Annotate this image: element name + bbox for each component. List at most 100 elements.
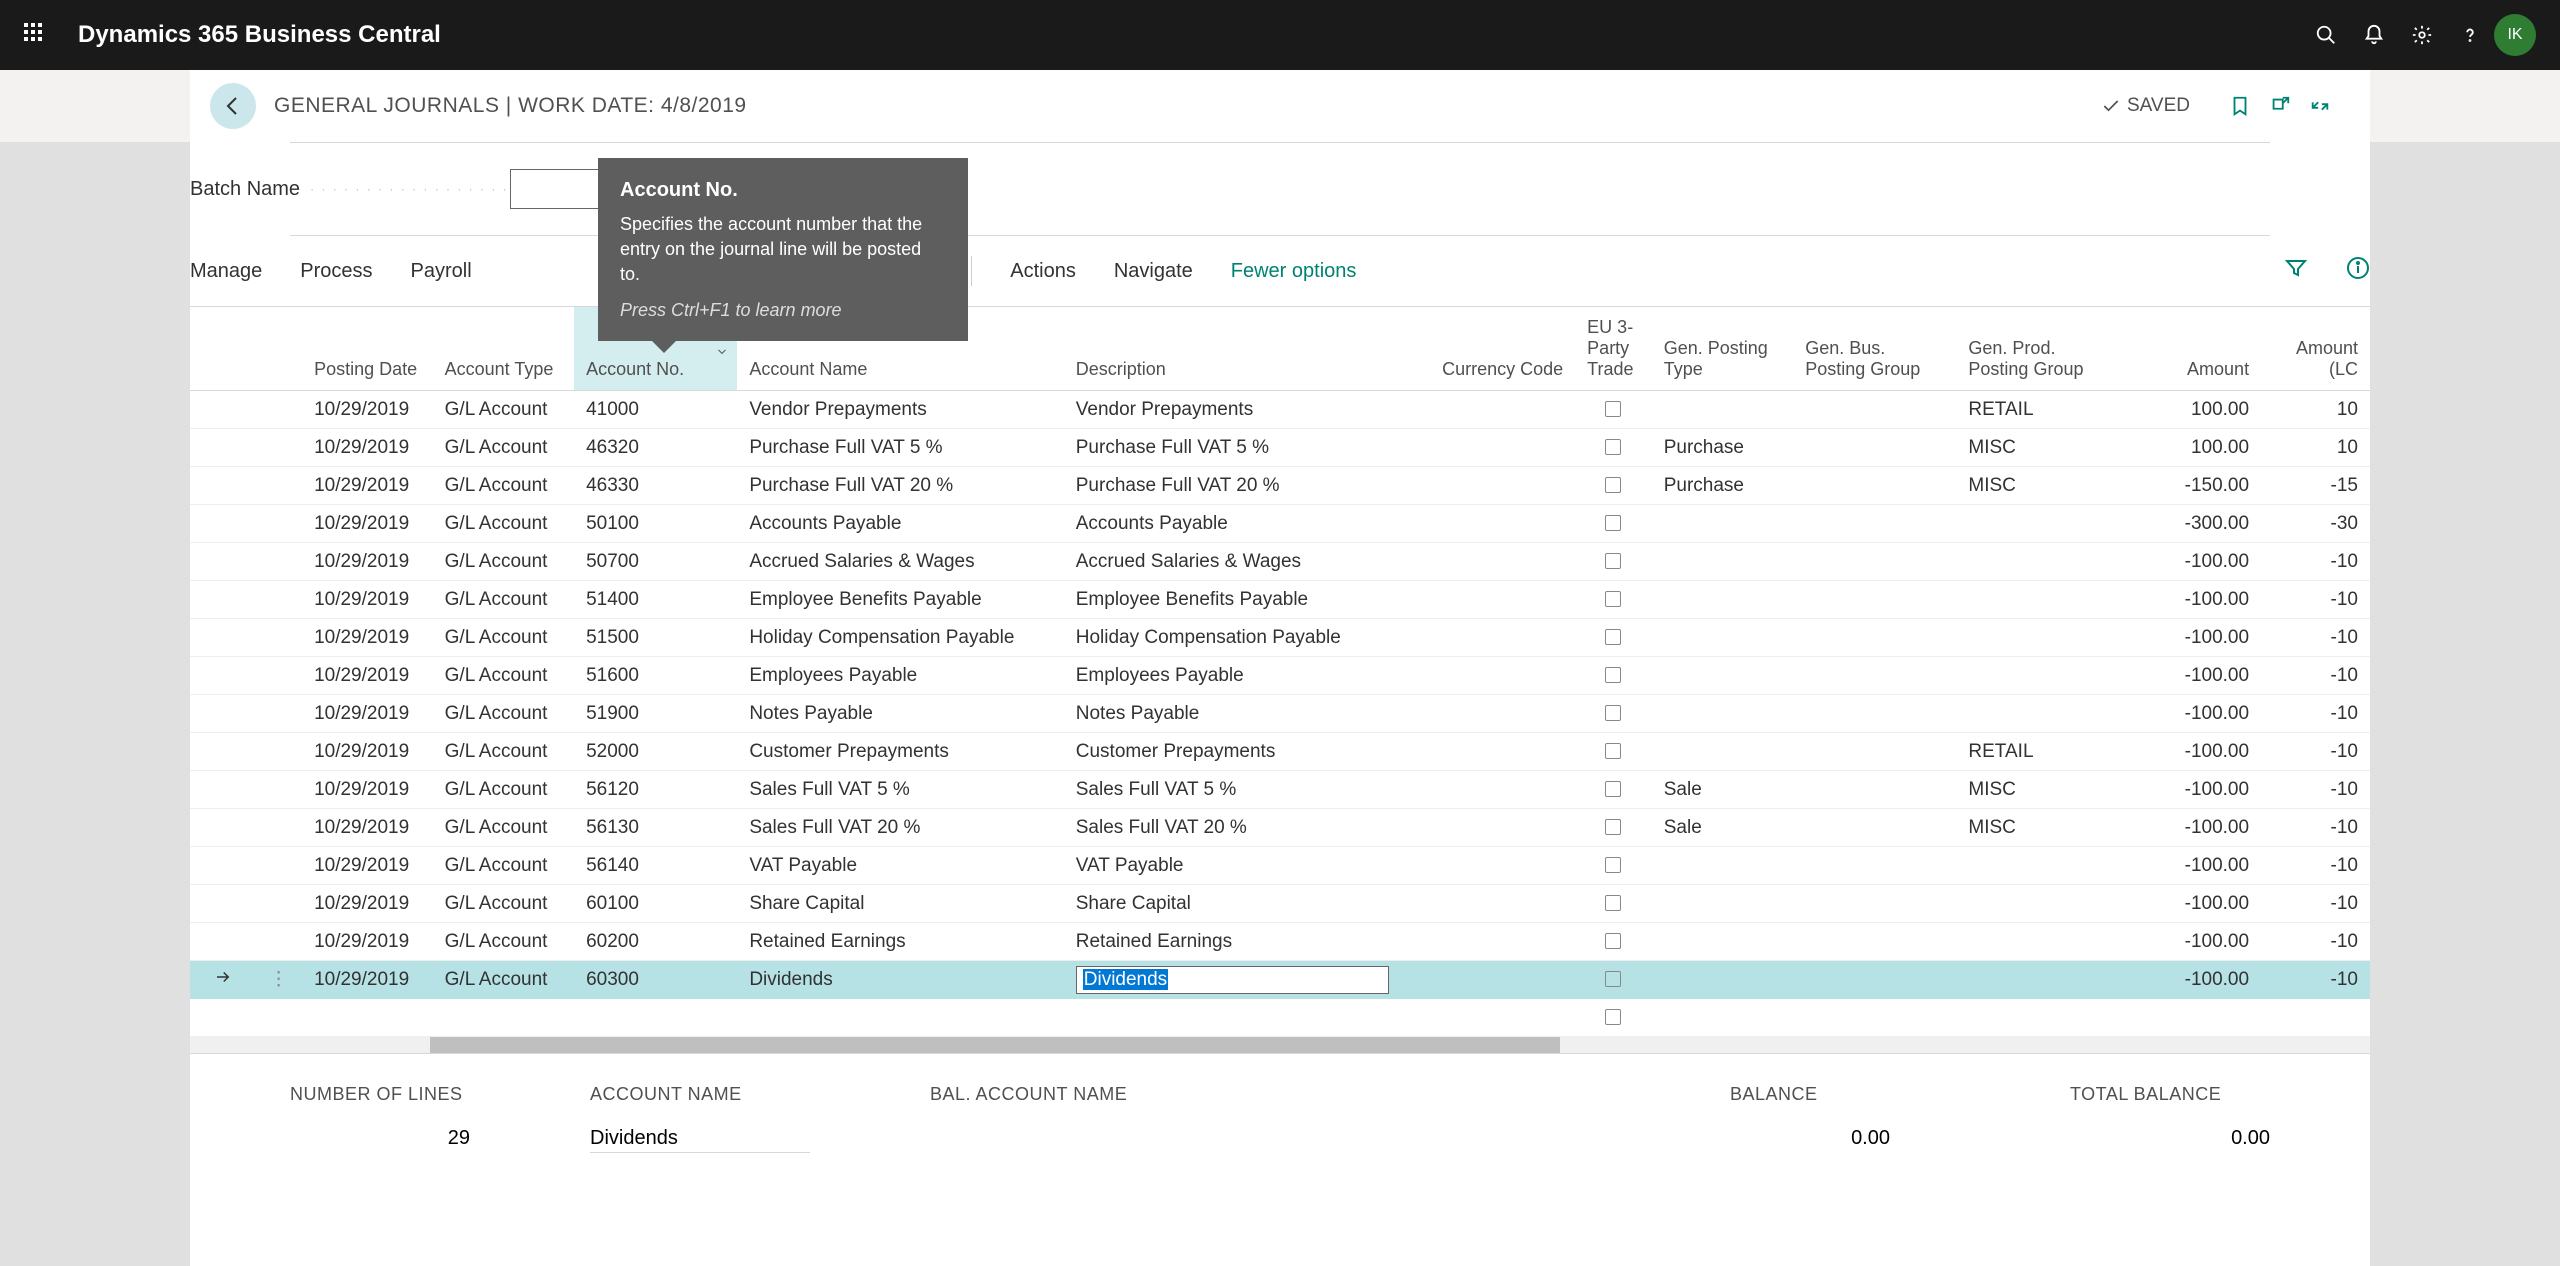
cell-account-type[interactable]: G/L Account [433, 733, 574, 771]
cell-description[interactable]: Holiday Compensation Payable [1064, 619, 1401, 657]
cell-gen-posting-type[interactable] [1652, 885, 1793, 923]
cell-account-type[interactable]: G/L Account [433, 581, 574, 619]
col-eu3[interactable]: EU 3-Party Trade [1575, 307, 1652, 391]
cell-account-name[interactable]: Holiday Compensation Payable [737, 619, 1063, 657]
cell-gen-bus-pg[interactable] [1793, 505, 1956, 543]
cell-currency-code[interactable] [1401, 581, 1575, 619]
row-menu-icon[interactable] [255, 391, 302, 429]
row-menu-icon[interactable] [255, 695, 302, 733]
cell-gen-posting-type[interactable] [1652, 505, 1793, 543]
cell-gen-prod-pg[interactable]: MISC [1956, 429, 2119, 467]
cell-eu3-checkbox[interactable] [1575, 429, 1652, 467]
cell-amount-lcy[interactable]: 10 [2261, 429, 2370, 467]
cell-description[interactable]: VAT Payable [1064, 847, 1401, 885]
cell-account-name[interactable]: Notes Payable [737, 695, 1063, 733]
cell-currency-code[interactable] [1401, 923, 1575, 961]
cell-posting-date[interactable]: 10/29/2019 [302, 467, 433, 505]
cell-amount[interactable]: -100.00 [2120, 581, 2261, 619]
row-menu-icon[interactable] [255, 657, 302, 695]
col-posting-date[interactable]: Posting Date [302, 307, 433, 391]
cell-amount[interactable]: -150.00 [2120, 467, 2261, 505]
cell-account-no[interactable]: 56140 [574, 847, 737, 885]
cell-eu3-checkbox[interactable] [1575, 733, 1652, 771]
row-indicator[interactable] [190, 467, 255, 505]
table-row[interactable]: 10/29/2019G/L Account52000Customer Prepa… [190, 733, 2370, 771]
cell-gen-posting-type[interactable] [1652, 961, 1793, 999]
cell-amount-lcy[interactable]: 10 [2261, 391, 2370, 429]
cell-gen-prod-pg[interactable] [1956, 923, 2119, 961]
filter-icon[interactable] [2284, 256, 2308, 286]
cell-amount[interactable]: -100.00 [2120, 885, 2261, 923]
cell-gen-prod-pg[interactable] [1956, 505, 2119, 543]
table-row[interactable]: 10/29/2019G/L Account46320Purchase Full … [190, 429, 2370, 467]
cell-gen-posting-type[interactable] [1652, 391, 1793, 429]
cell-account-no[interactable]: 52000 [574, 733, 737, 771]
cell-amount-lcy[interactable]: -10 [2261, 581, 2370, 619]
row-menu-icon[interactable] [255, 923, 302, 961]
bookmark-icon[interactable] [2220, 86, 2260, 126]
cell-account-no[interactable]: 50100 [574, 505, 737, 543]
row-indicator[interactable] [190, 581, 255, 619]
cell-account-name[interactable]: Share Capital [737, 885, 1063, 923]
cell-amount[interactable]: 100.00 [2120, 429, 2261, 467]
cell-amount[interactable]: -300.00 [2120, 505, 2261, 543]
row-menu-icon[interactable] [255, 771, 302, 809]
cell-gen-bus-pg[interactable] [1793, 391, 1956, 429]
cell-account-name[interactable]: Accrued Salaries & Wages [737, 543, 1063, 581]
cell-currency-code[interactable] [1401, 885, 1575, 923]
cell-gen-bus-pg[interactable] [1793, 429, 1956, 467]
cell-currency-code[interactable] [1401, 505, 1575, 543]
row-indicator[interactable] [190, 923, 255, 961]
cell-amount[interactable]: -100.00 [2120, 809, 2261, 847]
cell-currency-code[interactable] [1401, 657, 1575, 695]
cell-eu3-checkbox[interactable] [1575, 809, 1652, 847]
cell-posting-date[interactable]: 10/29/2019 [302, 429, 433, 467]
cell-currency-code[interactable] [1401, 429, 1575, 467]
cell-currency-code[interactable] [1401, 467, 1575, 505]
cell-account-no[interactable]: 56120 [574, 771, 737, 809]
cell-account-type[interactable]: G/L Account [433, 847, 574, 885]
cell-gen-posting-type[interactable]: Sale [1652, 809, 1793, 847]
table-row[interactable]: 10/29/2019G/L Account46330Purchase Full … [190, 467, 2370, 505]
cell-account-no[interactable]: 50700 [574, 543, 737, 581]
cell-description[interactable]: Vendor Prepayments [1064, 391, 1401, 429]
cell-currency-code[interactable] [1401, 961, 1575, 999]
col-gen-prod-pg[interactable]: Gen. Prod. Posting Group [1956, 307, 2119, 391]
cell-account-type[interactable]: G/L Account [433, 923, 574, 961]
cell-amount-lcy[interactable]: -30 [2261, 505, 2370, 543]
row-indicator[interactable] [190, 733, 255, 771]
cell-amount[interactable]: 100.00 [2120, 391, 2261, 429]
cell-currency-code[interactable] [1401, 771, 1575, 809]
row-indicator[interactable] [190, 885, 255, 923]
cell-account-no[interactable]: 46320 [574, 429, 737, 467]
cell-posting-date[interactable]: 10/29/2019 [302, 657, 433, 695]
cell-gen-bus-pg[interactable] [1793, 885, 1956, 923]
cell-posting-date[interactable]: 10/29/2019 [302, 581, 433, 619]
cell-amount[interactable]: -100.00 [2120, 619, 2261, 657]
user-avatar[interactable]: IK [2494, 14, 2536, 56]
cell-gen-prod-pg[interactable]: MISC [1956, 809, 2119, 847]
row-indicator[interactable] [190, 961, 255, 999]
cell-eu3-checkbox[interactable] [1575, 771, 1652, 809]
cell-gen-posting-type[interactable] [1652, 847, 1793, 885]
col-currency-code[interactable]: Currency Code [1401, 307, 1575, 391]
cell-account-type[interactable]: G/L Account [433, 543, 574, 581]
row-menu-icon[interactable] [255, 885, 302, 923]
table-row[interactable]: 10/29/2019G/L Account51400Employee Benef… [190, 581, 2370, 619]
cell-gen-prod-pg[interactable] [1956, 657, 2119, 695]
row-indicator[interactable] [190, 847, 255, 885]
cell-gen-prod-pg[interactable] [1956, 885, 2119, 923]
row-menu-icon[interactable] [255, 619, 302, 657]
cell-account-no[interactable]: 51400 [574, 581, 737, 619]
cell-description[interactable]: Employees Payable [1064, 657, 1401, 695]
fewer-options-link[interactable]: Fewer options [1231, 260, 1357, 283]
notifications-icon[interactable] [2350, 11, 2398, 59]
cell-posting-date[interactable]: 10/29/2019 [302, 809, 433, 847]
actions-menu[interactable]: Actions [1010, 260, 1076, 283]
col-amount[interactable]: Amount [2120, 307, 2261, 391]
cell-currency-code[interactable] [1401, 847, 1575, 885]
search-icon[interactable] [2302, 11, 2350, 59]
row-menu-icon[interactable] [255, 467, 302, 505]
cell-description[interactable]: Notes Payable [1064, 695, 1401, 733]
cell-amount-lcy[interactable]: -10 [2261, 961, 2370, 999]
